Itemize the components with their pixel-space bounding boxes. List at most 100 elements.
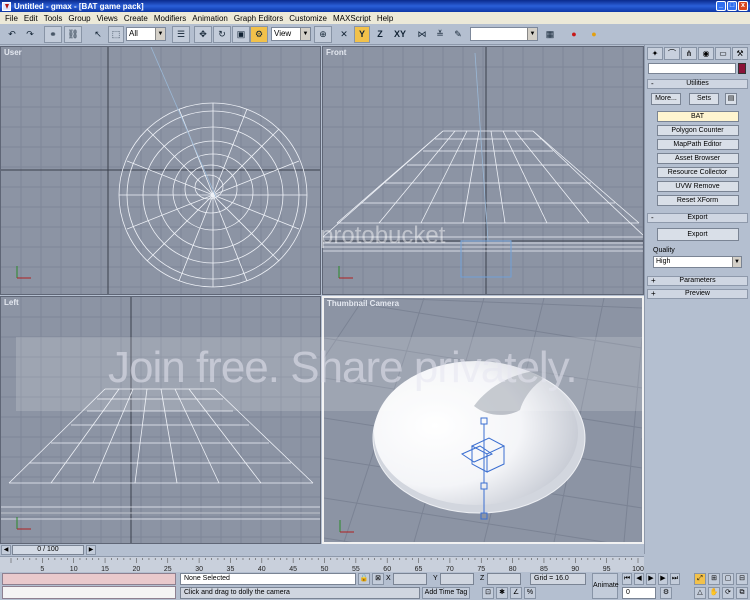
play-icon[interactable]: ▶ bbox=[646, 573, 656, 585]
z-coordinate-field[interactable] bbox=[487, 573, 521, 585]
parameters-rollout-header[interactable]: + Parameters bbox=[647, 276, 748, 286]
viewport-front[interactable]: Front bbox=[322, 46, 644, 295]
menu-help[interactable]: Help bbox=[374, 14, 396, 23]
maximize-viewport-icon[interactable]: ⧉ bbox=[736, 587, 748, 599]
named-selection-icon[interactable]: ✎ bbox=[450, 26, 466, 43]
reset-xform-button[interactable]: Reset XForm bbox=[656, 195, 739, 206]
zoom-extents-all-icon[interactable]: ⊟ bbox=[736, 573, 748, 585]
current-frame-field[interactable]: 0 bbox=[622, 587, 656, 599]
menu-edit[interactable]: Edit bbox=[21, 14, 41, 23]
go-to-start-icon[interactable]: ⏮ bbox=[622, 573, 632, 585]
select-region-icon[interactable]: ⬚ bbox=[108, 26, 124, 43]
time-slider-thumb[interactable]: 0 / 100 bbox=[12, 545, 84, 555]
select-object-icon[interactable]: ↖ bbox=[90, 26, 106, 43]
undo-icon[interactable]: ↶ bbox=[4, 26, 20, 43]
object-color-swatch[interactable] bbox=[738, 63, 746, 74]
reference-coordinate-dropdown[interactable]: View ▼ bbox=[271, 27, 311, 41]
quality-dropdown[interactable]: High ▼ bbox=[653, 256, 742, 268]
viewport-label-front[interactable]: Front bbox=[326, 48, 346, 57]
menu-graph-editors[interactable]: Graph Editors bbox=[231, 14, 286, 23]
align-icon[interactable]: ≚ bbox=[432, 26, 448, 43]
previous-frame-icon[interactable]: ◀ bbox=[1, 545, 11, 555]
next-key-icon[interactable]: ▶ bbox=[658, 573, 668, 585]
preview-rollout-header[interactable]: + Preview bbox=[647, 289, 748, 299]
mappath-editor-button[interactable]: MapPath Editor bbox=[656, 139, 739, 150]
select-and-link-icon[interactable]: ⚭ bbox=[44, 26, 62, 43]
snap-toggle-icon[interactable]: ✱ bbox=[496, 587, 508, 599]
pivot-center-icon[interactable]: ⊕ bbox=[314, 26, 332, 43]
export-button[interactable]: Export bbox=[656, 228, 739, 241]
configure-sets-icon[interactable]: ▤ bbox=[725, 93, 737, 105]
percent-snap-icon[interactable]: % bbox=[524, 587, 536, 599]
export-rollout-header[interactable]: - Export bbox=[647, 213, 748, 223]
menu-customize[interactable]: Customize bbox=[286, 14, 330, 23]
mirror-icon[interactable]: ⋈ bbox=[414, 26, 430, 43]
menu-file[interactable]: File bbox=[2, 14, 21, 23]
selection-filter-dropdown[interactable]: All ▼ bbox=[126, 27, 166, 41]
lock-selection-icon[interactable]: 🔒 bbox=[358, 573, 370, 585]
x-coordinate-field[interactable] bbox=[393, 573, 427, 585]
create-tab-icon[interactable]: ✦ bbox=[647, 47, 663, 60]
move-icon[interactable]: ✥ bbox=[194, 26, 212, 43]
polygon-counter-button[interactable]: Polygon Counter bbox=[656, 125, 739, 136]
object-name-field[interactable] bbox=[648, 63, 736, 74]
minimize-button[interactable]: _ bbox=[716, 1, 726, 11]
restrict-xy-button[interactable]: XY bbox=[390, 26, 410, 43]
track-bar[interactable]: 5 10 15 20 25 30 35 40 45 50 55 60 65 70 75 80 85 90 95 100 bbox=[0, 556, 644, 573]
quick-render-icon[interactable]: ● bbox=[586, 26, 602, 43]
motion-tab-icon[interactable]: ◉ bbox=[698, 47, 714, 60]
select-manipulate-icon[interactable]: ⚙ bbox=[250, 26, 268, 43]
degradation-override-icon[interactable]: ⊡ bbox=[482, 587, 494, 599]
bat-button[interactable]: BAT bbox=[656, 111, 739, 122]
uvw-remove-button[interactable]: UVW Remove bbox=[656, 181, 739, 192]
rotate-icon[interactable]: ↻ bbox=[213, 26, 231, 43]
y-coordinate-field[interactable] bbox=[440, 573, 474, 585]
utilities-tab-icon[interactable]: ⚒ bbox=[732, 47, 748, 60]
viewport-label-left[interactable]: Left bbox=[4, 298, 19, 307]
viewport-label-user[interactable]: User bbox=[4, 48, 22, 57]
sets-button[interactable]: Sets bbox=[689, 93, 719, 105]
restrict-x-icon[interactable]: ✕ bbox=[336, 26, 352, 43]
field-of-view-icon[interactable]: △ bbox=[694, 587, 706, 599]
redo-icon[interactable]: ↷ bbox=[22, 26, 38, 43]
restrict-y-button[interactable]: Y bbox=[354, 26, 370, 43]
angle-snap-icon[interactable]: ∠ bbox=[510, 587, 522, 599]
close-button[interactable]: x bbox=[738, 1, 748, 11]
next-frame-icon[interactable]: ▶ bbox=[86, 545, 96, 555]
menu-create[interactable]: Create bbox=[121, 14, 151, 23]
modify-tab-icon[interactable]: ⌒ bbox=[664, 47, 680, 60]
arc-rotate-icon[interactable]: ⟳ bbox=[722, 587, 734, 599]
hierarchy-tab-icon[interactable]: ⋔ bbox=[681, 47, 697, 60]
material-editor-icon[interactable]: ▦ bbox=[542, 26, 558, 43]
menu-modifiers[interactable]: Modifiers bbox=[151, 14, 189, 23]
viewport-user[interactable]: User bbox=[0, 46, 321, 295]
utilities-rollout-header[interactable]: - Utilities bbox=[647, 79, 748, 89]
restrict-z-button[interactable]: Z bbox=[372, 26, 388, 43]
viewport-label-thumbnail-camera[interactable]: Thumbnail Camera bbox=[327, 299, 399, 308]
menu-animation[interactable]: Animation bbox=[189, 14, 231, 23]
add-time-tag-button[interactable]: Add Time Tag bbox=[422, 587, 470, 599]
display-tab-icon[interactable]: ▭ bbox=[715, 47, 731, 60]
previous-key-icon[interactable]: ◀ bbox=[634, 573, 644, 585]
asset-browser-button[interactable]: Asset Browser bbox=[656, 153, 739, 164]
gmax-app-icon[interactable] bbox=[2, 1, 11, 11]
time-slider[interactable]: ◀ 0 / 100 ▶ bbox=[0, 544, 644, 556]
named-selection-dropdown[interactable]: ▼ bbox=[470, 27, 538, 41]
scale-icon[interactable]: ▣ bbox=[232, 26, 250, 43]
pan-icon[interactable]: ✋ bbox=[708, 587, 720, 599]
menu-tools[interactable]: Tools bbox=[41, 14, 66, 23]
viewport-left[interactable]: Left bbox=[0, 296, 321, 544]
maxscript-output-mini[interactable] bbox=[2, 586, 176, 599]
absolute-mode-icon[interactable]: ⊠ bbox=[372, 573, 384, 585]
unlink-icon[interactable]: ⛓ bbox=[64, 26, 82, 43]
maxscript-listener-mini[interactable] bbox=[2, 573, 176, 585]
resource-collector-button[interactable]: Resource Collector bbox=[656, 167, 739, 178]
menu-group[interactable]: Group bbox=[65, 14, 93, 23]
render-icon[interactable]: ● bbox=[566, 26, 582, 43]
go-to-end-icon[interactable]: ⏭ bbox=[670, 573, 680, 585]
maximize-button[interactable]: □ bbox=[727, 1, 737, 11]
zoom-all-icon[interactable]: ⊞ bbox=[708, 573, 720, 585]
more-button[interactable]: More... bbox=[651, 93, 681, 105]
zoom-extents-icon[interactable]: ▢ bbox=[722, 573, 734, 585]
time-configuration-icon[interactable]: ⚙ bbox=[660, 587, 672, 599]
